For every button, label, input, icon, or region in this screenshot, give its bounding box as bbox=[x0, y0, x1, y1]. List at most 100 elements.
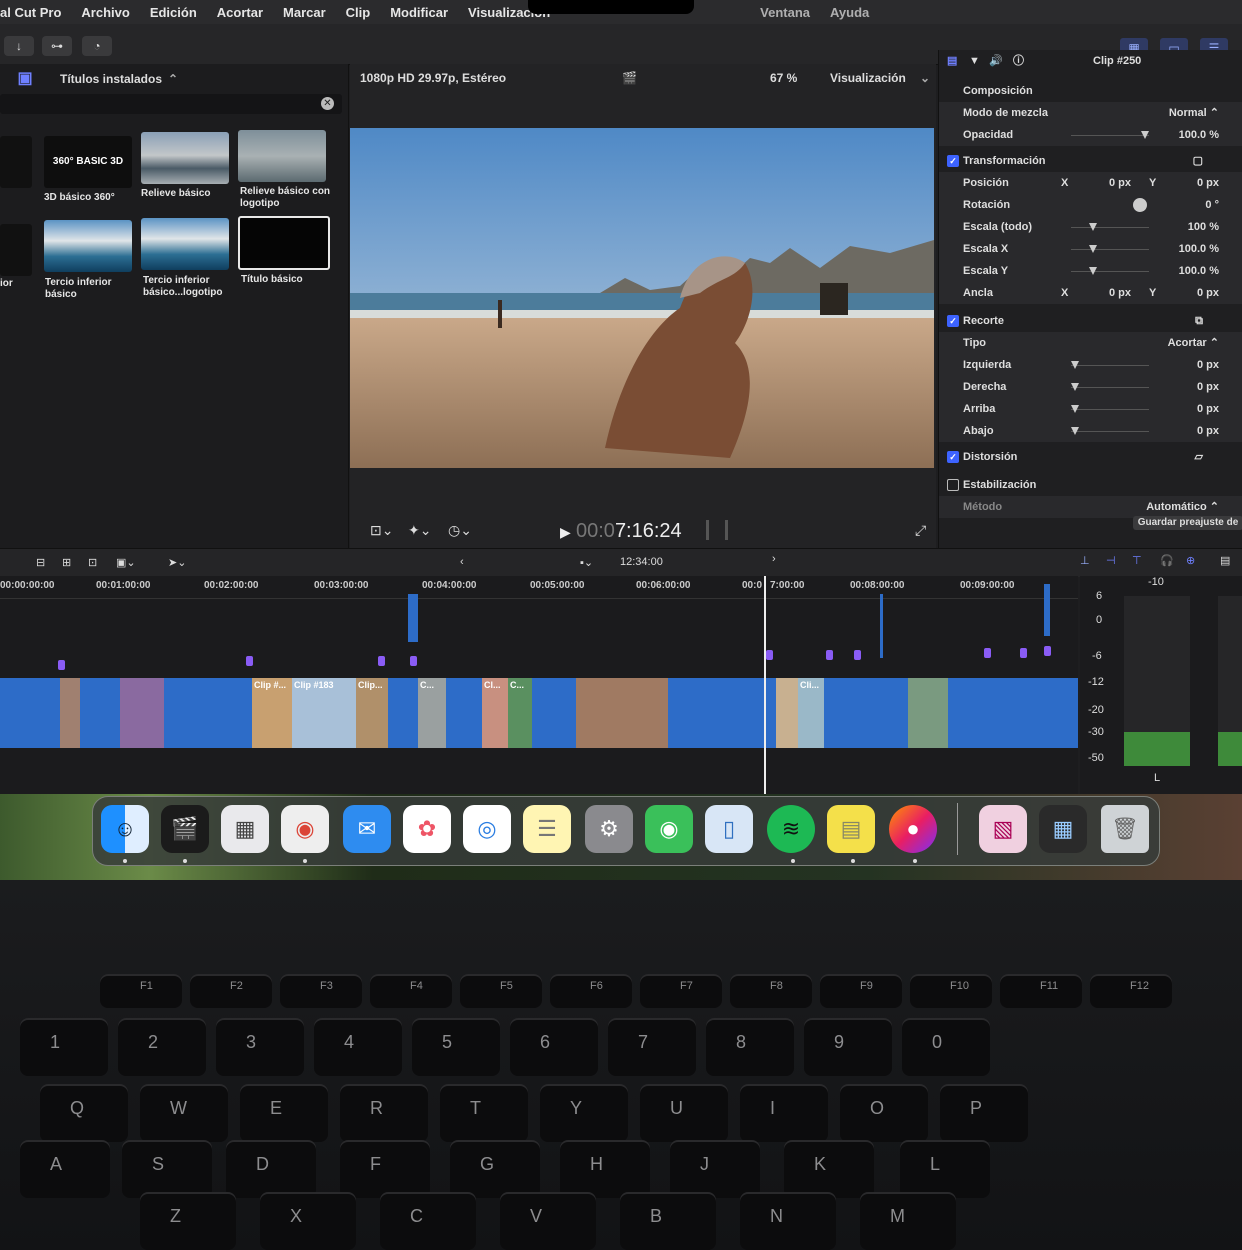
clip[interactable] bbox=[80, 678, 121, 748]
menu-ventana[interactable]: Ventana bbox=[760, 5, 810, 20]
magic-wand-icon[interactable]: ✦⌄ bbox=[408, 522, 431, 539]
video-inspector-icon[interactable]: ▤ bbox=[947, 50, 957, 72]
transform-tool-icon[interactable]: ⊡⌄ bbox=[370, 522, 393, 539]
slider-knob[interactable] bbox=[1071, 361, 1079, 369]
fullscreen-icon[interactable]: ⤢ bbox=[915, 522, 926, 539]
finder-icon[interactable]: ☺ bbox=[101, 805, 149, 853]
play-icon[interactable]: ▶ bbox=[560, 524, 571, 541]
tipo-popup[interactable]: Acortar ⌃ bbox=[1168, 332, 1219, 354]
title-marker[interactable] bbox=[246, 656, 253, 666]
posicion-y-value[interactable]: 0 px bbox=[1197, 172, 1219, 194]
zoom-timeline-icon[interactable]: ⊥ bbox=[1080, 554, 1090, 567]
chrome-icon[interactable]: ◉ bbox=[281, 805, 329, 853]
safari-icon[interactable]: ◎ bbox=[463, 805, 511, 853]
clip[interactable]: Cli... bbox=[798, 678, 825, 748]
title-marker[interactable] bbox=[410, 656, 417, 666]
audio-meter-icon[interactable] bbox=[706, 520, 728, 540]
escala-todo-slider[interactable] bbox=[1071, 223, 1149, 231]
distorsion-checkbox[interactable]: ✓ bbox=[947, 451, 959, 463]
stickies-icon[interactable]: ▤ bbox=[827, 805, 875, 853]
title-marker[interactable] bbox=[58, 660, 65, 670]
clapper-icon[interactable]: 🎬 bbox=[622, 64, 637, 92]
menu-app-name[interactable]: al Cut Pro bbox=[0, 5, 61, 20]
opacidad-value[interactable]: 100.0 % bbox=[1179, 124, 1219, 146]
keyword-icon[interactable]: ⊶ bbox=[42, 36, 72, 56]
arriba-value[interactable]: 0 px bbox=[1197, 398, 1219, 420]
title-marker[interactable] bbox=[984, 648, 991, 658]
chevron-down-icon[interactable]: ⌄ bbox=[920, 64, 930, 92]
view-menu[interactable]: Visualización bbox=[830, 64, 906, 92]
menu-edicion[interactable]: Edición bbox=[150, 5, 197, 20]
title-thumb-tercio[interactable] bbox=[44, 220, 132, 272]
clip[interactable] bbox=[948, 678, 1078, 748]
menu-modificar[interactable]: Modificar bbox=[390, 5, 448, 20]
overwrite-clip-icon[interactable]: ▣⌄ bbox=[116, 556, 136, 569]
clip[interactable] bbox=[0, 678, 61, 748]
title-thumb-partial[interactable] bbox=[0, 136, 32, 188]
folder-icon[interactable]: ▦ bbox=[1039, 805, 1087, 853]
escala-y-value[interactable]: 100.0 % bbox=[1179, 260, 1219, 282]
izquierda-value[interactable]: 0 px bbox=[1197, 354, 1219, 376]
opacidad-slider[interactable] bbox=[1071, 131, 1149, 139]
transformacion-checkbox[interactable]: ✓ bbox=[947, 155, 959, 167]
headphones-icon[interactable]: 🎧 bbox=[1160, 554, 1174, 567]
connect-clip-icon[interactable]: ⊟ bbox=[36, 556, 45, 569]
slider-knob[interactable] bbox=[1071, 427, 1079, 435]
escala-x-value[interactable]: 100.0 % bbox=[1179, 238, 1219, 260]
abajo-value[interactable]: 0 px bbox=[1197, 420, 1219, 442]
project-icon[interactable]: ▪⌄ bbox=[580, 556, 593, 569]
transform-overlay-icon[interactable]: ▢ bbox=[1193, 150, 1203, 172]
ancla-y-value[interactable]: 0 px bbox=[1197, 282, 1219, 304]
info-icon[interactable]: ⓘ bbox=[1013, 50, 1024, 72]
slider-knob[interactable] bbox=[1089, 245, 1097, 253]
clip[interactable]: Cl... bbox=[482, 678, 509, 748]
select-tool-icon[interactable]: ➤⌄ bbox=[168, 556, 186, 569]
abajo-slider[interactable] bbox=[1071, 427, 1149, 435]
titles-icon[interactable]: ▣ bbox=[10, 64, 40, 94]
photos-icon[interactable]: ✿ bbox=[403, 805, 451, 853]
timeline[interactable]: 00:00:00:00 00:01:00:00 00:02:00:00 00:0… bbox=[0, 576, 1078, 794]
clear-search-icon[interactable]: ✕ bbox=[321, 97, 334, 110]
snapping-icon[interactable]: ⊣ bbox=[1106, 554, 1116, 567]
time-ruler[interactable]: 00:00:00:00 00:01:00:00 00:02:00:00 00:0… bbox=[0, 576, 1078, 599]
launchpad-icon[interactable]: ▦ bbox=[221, 805, 269, 853]
clip[interactable] bbox=[164, 678, 253, 748]
menu-acortar[interactable]: Acortar bbox=[217, 5, 263, 20]
solo-icon[interactable]: ⊕ bbox=[1186, 554, 1195, 567]
final-cut-icon[interactable]: 🎬 bbox=[161, 805, 209, 853]
find-my-icon[interactable]: ◉ bbox=[645, 805, 693, 853]
menu-ayuda[interactable]: Ayuda bbox=[830, 5, 869, 20]
preview-icon[interactable]: ▯ bbox=[705, 805, 753, 853]
title-marker[interactable] bbox=[826, 650, 833, 660]
clip[interactable] bbox=[576, 678, 669, 748]
crop-overlay-icon[interactable]: ⧉ bbox=[1195, 310, 1203, 332]
browser-title[interactable]: Títulos instalados bbox=[60, 72, 162, 86]
clip[interactable]: C... bbox=[418, 678, 447, 748]
estabilizacion-checkbox[interactable] bbox=[947, 479, 959, 491]
guardar-preajuste-button[interactable]: Guardar preajuste de bbox=[1133, 516, 1242, 530]
audio-inspector-icon[interactable]: 🔊 bbox=[989, 50, 1003, 72]
posicion-x-value[interactable]: 0 px bbox=[1109, 172, 1131, 194]
distort-overlay-icon[interactable]: ▱ bbox=[1195, 446, 1203, 468]
back-icon[interactable]: ‹ bbox=[460, 556, 464, 568]
system-settings-icon[interactable]: ⚙ bbox=[585, 805, 633, 853]
clip[interactable] bbox=[776, 678, 799, 748]
rotation-dial[interactable] bbox=[1133, 198, 1147, 212]
metodo-popup[interactable]: Automático ⌃ bbox=[1146, 496, 1219, 518]
derecha-slider[interactable] bbox=[1071, 383, 1149, 391]
primary-storyline[interactable]: Clip #... Clip #183 Clip... C... Cl... C… bbox=[0, 678, 1078, 748]
clip[interactable]: C... bbox=[508, 678, 533, 748]
insert-clip-icon[interactable]: ⊞ bbox=[62, 556, 71, 569]
title-marker[interactable] bbox=[1044, 646, 1051, 656]
append-clip-icon[interactable]: ⊡ bbox=[88, 556, 97, 569]
skimming-icon[interactable]: ⊤ bbox=[1132, 554, 1142, 567]
clip[interactable] bbox=[824, 678, 909, 748]
clip[interactable] bbox=[908, 678, 949, 748]
menu-marcar[interactable]: Marcar bbox=[283, 5, 326, 20]
playhead[interactable] bbox=[764, 576, 766, 794]
derecha-value[interactable]: 0 px bbox=[1197, 376, 1219, 398]
title-marker[interactable] bbox=[854, 650, 861, 660]
speed-icon[interactable]: ◷⌄ bbox=[448, 522, 472, 539]
escala-y-slider[interactable] bbox=[1071, 267, 1149, 275]
trash-icon[interactable]: 🗑 bbox=[1101, 805, 1149, 853]
